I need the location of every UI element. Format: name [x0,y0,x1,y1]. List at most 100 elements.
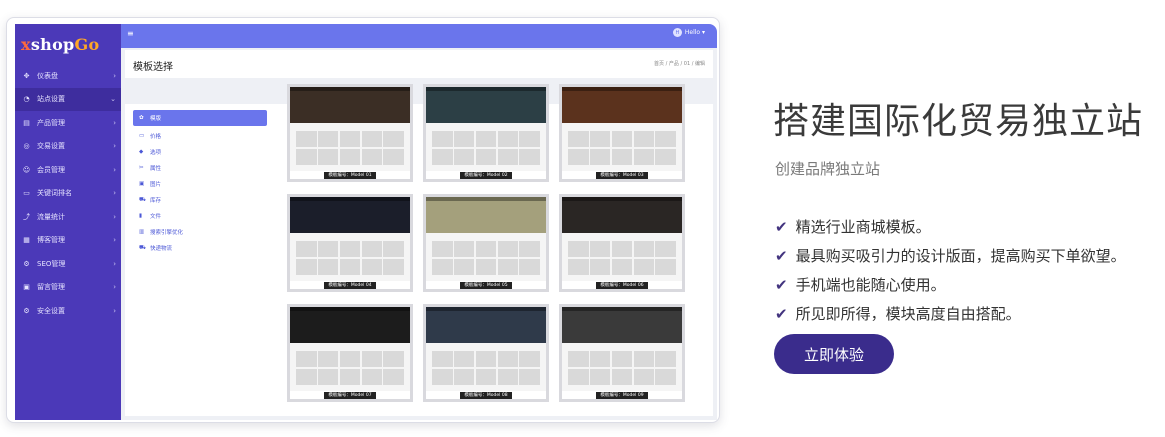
page-header: 模板选择 首页 / 产品 / 01 / 编辑 [125,50,713,78]
template-card[interactable]: 模板编号：Model 05 [423,194,549,292]
product-thumb [589,369,611,385]
product-thumb [633,131,655,147]
product-thumb [296,149,317,165]
product-thumb [568,149,589,165]
product-thumb [317,131,339,147]
sidebar-item-icon: ▣ [23,283,30,292]
product-thumb [589,131,611,147]
template-card[interactable]: 模板编号：Model 02 [423,84,549,182]
product-thumb [475,241,497,257]
submenu-item-5[interactable]: ⛟ 库存 [133,192,267,208]
submenu-item-4[interactable]: ▣ 图片 [133,176,267,192]
template-product-row [296,351,404,367]
product-thumb [519,131,540,147]
template-product-row [296,241,404,257]
template-mini-nav [290,197,410,201]
product-thumb [383,259,404,275]
template-mini-nav [562,197,682,201]
product-thumb [655,241,676,257]
product-thumb [453,351,475,367]
sidebar-item-4[interactable]: ☺ 会员管理 › [15,158,121,182]
product-thumb [475,351,497,367]
chevron-icon: › [113,142,116,151]
sidebar-item-8[interactable]: ⚙ SEO管理 › [15,252,121,276]
product-thumb [453,259,475,275]
template-mini-nav [562,87,682,91]
brand-logo[interactable]: x shop Go [15,24,121,64]
template-mini-nav [426,307,546,311]
template-mini-nav [426,197,546,201]
product-thumb [432,149,453,165]
product-thumb [589,259,611,275]
submenu-item-1[interactable]: ▭ 价格 [133,128,267,144]
check-icon: ✔ [775,217,788,236]
admin-screenshot-frame: x shop Go ✥ 仪表盘 › ◔ 站点设置 ⌄ ▤ 产品管理 › ◎ 交易设置 › ☺ 会员管理 › ▭ 关键… [6,17,720,423]
template-card[interactable]: 模板编号：Model 09 [559,304,685,402]
chevron-icon: › [113,283,116,292]
product-thumb [611,351,633,367]
sidebar-item-5[interactable]: ▭ 关键词排名 › [15,182,121,206]
sidebar-item-2[interactable]: ▤ 产品管理 › [15,111,121,135]
template-card[interactable]: 模板编号：Model 03 [559,84,685,182]
product-thumb [339,369,361,385]
chevron-icon: › [113,236,116,245]
sidebar-item-1[interactable]: ◔ 站点设置 ⌄ [15,87,121,111]
check-icon: ✔ [775,304,788,323]
sidebar-item-0[interactable]: ✥ 仪表盘 › [15,64,121,88]
template-card[interactable]: 模板编号：Model 07 [287,304,413,402]
check-icon: ✔ [775,246,788,265]
feature-text: 精选行业商城模板。 [795,218,931,236]
product-thumb [317,241,339,257]
product-thumb [432,351,453,367]
sidebar-item-3[interactable]: ◎ 交易设置 › [15,135,121,159]
sidebar-item-7[interactable]: ▦ 博客管理 › [15,229,121,253]
sidebar-item-label: SEO管理 [37,259,66,268]
product-thumb [317,259,339,275]
template-preview-image [290,87,410,171]
menu-icon[interactable]: ≡ [127,29,134,38]
submenu-item-icon: ◆ [139,149,144,155]
chevron-icon: › [113,71,116,80]
template-card[interactable]: 模板编号：Model 08 [423,304,549,402]
sidebar-item-10[interactable]: ⚙ 安全设置 › [15,299,121,323]
template-card[interactable]: 模板编号：Model 01 [287,84,413,182]
product-thumb [655,369,676,385]
sidebar-item-icon: ☺ [22,165,31,174]
template-card[interactable]: 模板编号：Model 04 [287,194,413,292]
template-preview-image [290,307,410,391]
submenu-item-icon: ▮ [139,213,143,219]
feature-item: ✔ 最具购买吸引力的设计版面，提高购买下单欲望。 [775,241,1126,270]
submenu-item-2[interactable]: ◆ 选项 [133,144,267,160]
template-preview-image [562,197,682,281]
template-preview-image [426,307,546,391]
user-menu[interactable]: H Hello ▾ [672,28,705,37]
sidebar-item-6[interactable]: ⤴ 流量统计 › [15,205,121,229]
submenu-item-8[interactable]: ⛟ 快递物流 [133,240,267,256]
template-product-row [432,369,540,385]
product-thumb [453,241,475,257]
product-thumb [361,241,383,257]
product-thumb [611,241,633,257]
template-hero-image [426,307,546,343]
template-product-row [568,351,676,367]
template-hero-image [562,307,682,343]
product-thumb [317,369,339,385]
submenu-item-6[interactable]: ▮ 文件 [133,208,267,224]
product-thumb [296,241,317,257]
template-label: 模板编号：Model 08 [426,391,546,399]
product-thumb [633,369,655,385]
submenu-item-0[interactable]: ✿ 模版 [133,110,267,126]
product-thumb [475,369,497,385]
try-now-button[interactable]: 立即体验 [774,334,894,374]
sidebar-item-9[interactable]: ▣ 留言管理 › [15,276,121,300]
template-card[interactable]: 模板编号：Model 06 [559,194,685,292]
submenu-item-7[interactable]: ▥ 搜索引擎优化 [133,224,267,240]
submenu-item-3[interactable]: ✂ 属性 [133,160,267,176]
admin-sidebar: x shop Go ✥ 仪表盘 › ◔ 站点设置 ⌄ ▤ 产品管理 › ◎ 交易设置 › ☺ 会员管理 › ▭ 关键… [15,24,121,420]
product-thumb [519,259,540,275]
submenu-item-label: 模版 [150,116,162,122]
chevron-icon: › [113,306,116,315]
product-thumb [339,149,361,165]
template-preview-image [562,87,682,171]
sidebar-item-icon: ▦ [23,236,30,245]
